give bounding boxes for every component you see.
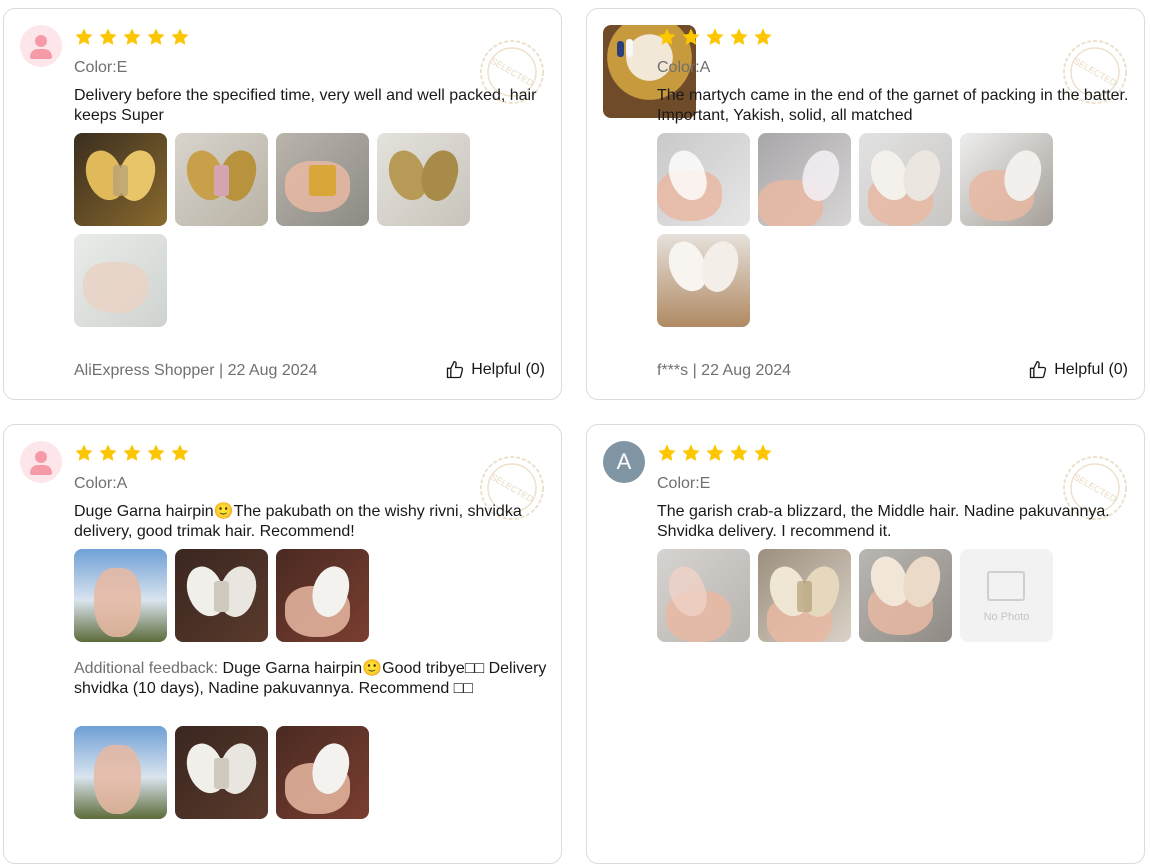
star-icon xyxy=(730,28,748,45)
star-icon xyxy=(123,444,141,461)
star-icon xyxy=(706,28,724,45)
additional-photos xyxy=(74,726,494,819)
star-icon xyxy=(75,444,93,461)
default-avatar-icon xyxy=(20,441,62,483)
review-text: The garish crab-a blizzard, the Middle h… xyxy=(657,503,1110,540)
review-text: Delivery before the specified time, very… xyxy=(74,87,537,124)
star-icon xyxy=(171,444,189,461)
variant-color: Color:A xyxy=(74,475,128,492)
star-icon xyxy=(658,28,676,45)
review-photo[interactable] xyxy=(175,549,268,642)
star-icon xyxy=(754,28,772,45)
rating-stars xyxy=(74,27,190,49)
star-icon xyxy=(99,444,117,461)
review-photos xyxy=(657,133,1077,327)
image-placeholder-icon xyxy=(987,571,1025,601)
review-photo[interactable] xyxy=(657,549,750,642)
review-photo[interactable] xyxy=(859,133,952,226)
additional-feedback: Additional feedback: Duge Garna hairpin🙂… xyxy=(74,659,554,699)
star-icon xyxy=(75,28,93,45)
review-photo[interactable] xyxy=(175,726,268,819)
review-card: SELECTED Color:E Delivery before the spe… xyxy=(3,8,562,400)
helpful-button[interactable]: Helpful (0) xyxy=(445,360,545,380)
review-card: SELECTED Color:A Duge Garna hairpin🙂The … xyxy=(3,424,562,864)
review-meta: AliExpress Shopper | 22 Aug 2024 xyxy=(74,362,318,379)
svg-text:SELECTED: SELECTED xyxy=(1072,472,1119,505)
star-icon xyxy=(171,28,189,45)
review-photo[interactable] xyxy=(276,549,369,642)
review-photo[interactable] xyxy=(175,133,268,226)
review-photos xyxy=(74,133,494,327)
review-photo[interactable] xyxy=(276,726,369,819)
review-photo[interactable] xyxy=(960,133,1053,226)
variant-color: Color:E xyxy=(74,59,128,76)
no-photo-placeholder: No Photo xyxy=(960,549,1053,642)
star-icon xyxy=(706,444,724,461)
variant-color: Color:E xyxy=(657,475,711,492)
review-photo[interactable] xyxy=(758,133,851,226)
review-photo[interactable] xyxy=(859,549,952,642)
helpful-button[interactable]: Helpful (0) xyxy=(1028,360,1128,380)
review-photo[interactable] xyxy=(74,133,167,226)
star-icon xyxy=(682,444,700,461)
additional-feedback-label: Additional feedback: xyxy=(74,660,219,677)
rating-stars xyxy=(657,27,773,49)
letter-avatar: A xyxy=(603,441,645,483)
review-meta: f***s | 22 Aug 2024 xyxy=(657,362,792,379)
rating-stars xyxy=(657,443,773,465)
svg-text:SELECTED: SELECTED xyxy=(489,56,536,89)
helpful-label: Helpful (0) xyxy=(471,361,545,378)
review-photo[interactable] xyxy=(758,549,851,642)
star-icon xyxy=(658,444,676,461)
star-icon xyxy=(99,28,117,45)
svg-text:SELECTED: SELECTED xyxy=(489,472,536,505)
variant-color: Color:A xyxy=(657,59,711,76)
review-photo[interactable] xyxy=(74,549,167,642)
star-icon xyxy=(754,444,772,461)
review-photos xyxy=(74,549,494,642)
helpful-label: Helpful (0) xyxy=(1054,361,1128,378)
star-icon xyxy=(123,28,141,45)
review-card: SELECTED Color:A The martych came in the… xyxy=(586,8,1145,400)
review-photo[interactable] xyxy=(657,234,750,327)
review-text: Duge Garna hairpin🙂The pakubath on the w… xyxy=(74,503,522,540)
review-photo[interactable] xyxy=(657,133,750,226)
star-icon xyxy=(147,28,165,45)
svg-text:SELECTED: SELECTED xyxy=(1072,56,1119,89)
review-photo[interactable] xyxy=(74,726,167,819)
review-photo[interactable] xyxy=(377,133,470,226)
thumbs-up-icon xyxy=(1030,360,1047,379)
review-photo[interactable] xyxy=(74,234,167,327)
star-icon xyxy=(682,28,700,45)
star-icon xyxy=(730,444,748,461)
thumbs-up-icon xyxy=(447,360,464,379)
no-photo-label: No Photo xyxy=(983,611,1030,623)
star-icon xyxy=(147,444,165,461)
rating-stars xyxy=(74,443,190,465)
review-photos: No Photo xyxy=(657,549,1077,642)
review-text: The martych came in the end of the garne… xyxy=(657,87,1129,124)
review-photo[interactable] xyxy=(276,133,369,226)
review-card: A SELECTED Color:E The garish crab-a bli… xyxy=(586,424,1145,864)
default-avatar-icon xyxy=(20,25,62,67)
